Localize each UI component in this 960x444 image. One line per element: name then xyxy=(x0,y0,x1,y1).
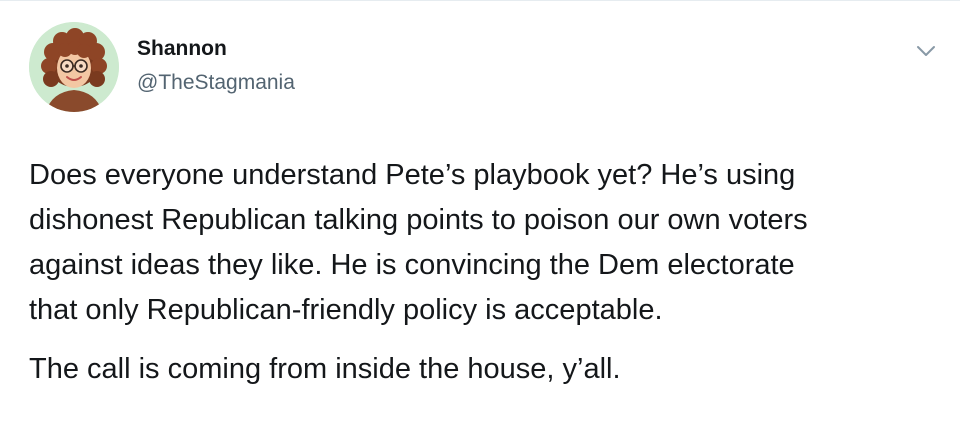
memoji-avatar-icon xyxy=(29,22,119,112)
avatar[interactable] xyxy=(29,22,119,112)
tweet-paragraph: The call is coming from inside the house… xyxy=(29,353,621,385)
tweet-card: Shannon @TheStagmania Does everyone unde… xyxy=(0,0,960,444)
chevron-down-icon[interactable] xyxy=(915,44,937,58)
divider xyxy=(0,0,960,1)
author-handle[interactable]: @TheStagmania xyxy=(137,71,295,95)
author-display-name[interactable]: Shannon xyxy=(137,37,227,61)
tweet-text: Does everyone understand Pete’s playbook… xyxy=(29,153,949,392)
tweet-paragraph: Does everyone understand Pete’s playbook… xyxy=(29,159,808,326)
